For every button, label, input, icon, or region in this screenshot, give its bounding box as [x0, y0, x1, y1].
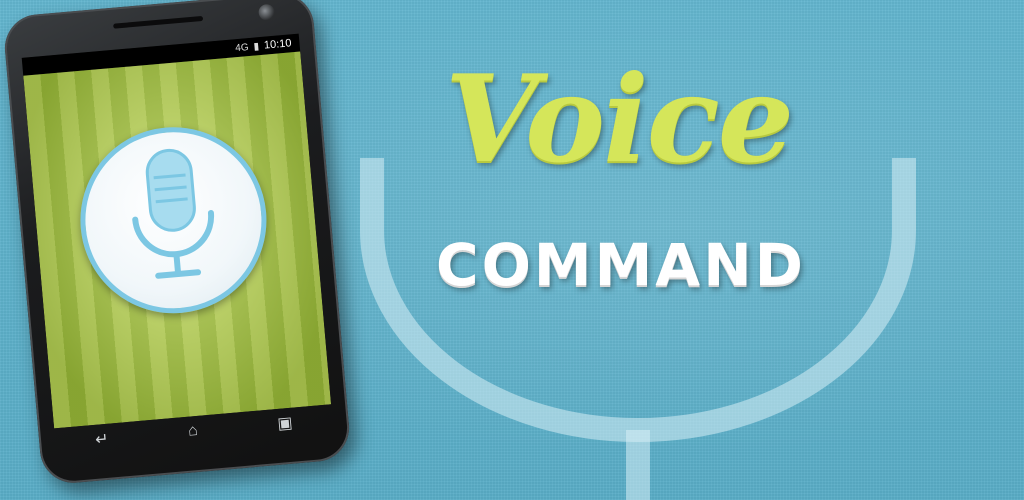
- recent-apps-icon[interactable]: ▣: [277, 413, 294, 434]
- title-command: COMMAND: [436, 231, 806, 299]
- title-voice: Voice: [445, 49, 794, 190]
- phone-screen: 4G ▮ 10:10: [21, 33, 332, 429]
- phone-mockup: 4G ▮ 10:10 ↵ ⌂ ▣: [2, 0, 352, 486]
- microphone-icon: [132, 148, 215, 279]
- home-icon[interactable]: ⌂: [187, 422, 198, 441]
- status-time: 10:10: [263, 37, 292, 52]
- signal-icon: 4G: [234, 41, 250, 54]
- back-arrow-icon[interactable]: ↵: [94, 429, 110, 450]
- battery-icon: ▮: [253, 40, 260, 53]
- microphone-button[interactable]: [72, 119, 275, 321]
